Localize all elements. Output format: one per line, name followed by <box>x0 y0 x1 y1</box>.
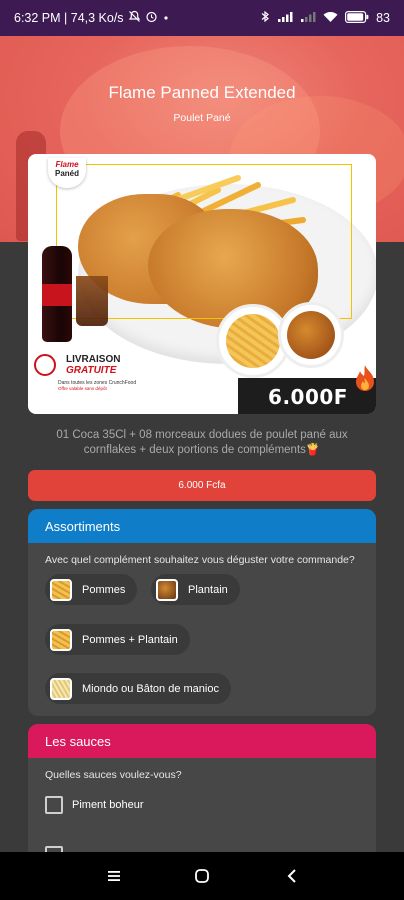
checkbox[interactable] <box>45 796 63 814</box>
notification-dot-icon <box>162 11 170 25</box>
sauce-option-piment[interactable]: Piment boheur <box>45 796 144 814</box>
product-title: Flame Panned Extended <box>108 83 296 102</box>
plantain-thumbnail-icon <box>156 578 178 601</box>
flame-icon <box>356 365 374 391</box>
option-plantain[interactable]: Plantain <box>151 574 240 605</box>
option-label: Pommes + Plantain <box>82 633 178 646</box>
status-time-speed: 6:32 PM | 74,3 Ko/s <box>14 11 124 25</box>
home-icon <box>195 869 209 883</box>
sauce-label: Piment boheur <box>72 799 144 811</box>
alarm-icon <box>145 10 158 26</box>
plantain-bowl <box>278 302 344 368</box>
assortiments-section: Assortiments Avec quel complément souhai… <box>28 509 376 716</box>
fries-thumbnail-icon <box>50 578 72 601</box>
sauces-question: Quelles sauces voulez-vous? <box>45 769 182 781</box>
back-button[interactable] <box>262 852 322 900</box>
soda-label <box>42 284 72 306</box>
fries-thumbnail-icon <box>50 628 72 651</box>
back-icon <box>287 869 296 883</box>
price-button[interactable]: 6.000 Fcfa <box>28 470 376 501</box>
product-category: Poulet Pané <box>173 112 231 124</box>
status-bar: 6:32 PM | 74,3 Ko/s 83 <box>0 0 404 36</box>
assortiments-header: Assortiments <box>28 509 376 543</box>
option-label: Pommes <box>82 583 126 596</box>
delivery-promo: LIVRAISON GRATUITE Dans toutes les zones… <box>58 354 137 391</box>
bluetooth-icon <box>260 10 270 27</box>
battery-percent: 83 <box>376 11 390 25</box>
option-label: Miondo ou Bâton de manioc <box>82 682 219 695</box>
option-pommes[interactable]: Pommes <box>45 574 138 605</box>
recent-apps-button[interactable] <box>84 852 144 900</box>
option-miondo[interactable]: Miondo ou Bâton de manioc <box>45 673 231 704</box>
cassava-thumbnail-icon <box>50 677 72 700</box>
sauces-header: Les sauces <box>28 724 376 758</box>
wifi-icon <box>323 11 338 26</box>
system-nav-bar <box>0 852 404 900</box>
menu-icon <box>108 871 120 881</box>
product-description: 01 Coca 35Cl + 08 morceaux dodues de pou… <box>56 429 348 456</box>
assortiments-question: Avec quel complément souhaitez vous dégu… <box>45 554 355 566</box>
signal-weak-icon <box>300 11 316 26</box>
signal-icon <box>277 11 293 26</box>
option-pommes-plantain[interactable]: Pommes + Plantain <box>45 624 190 655</box>
sauces-section: Les sauces Quelles sauces voulez-vous? P… <box>28 724 376 864</box>
product-image: Flame Panéd LIVRAISON GRATUITE Dans tout… <box>28 154 376 414</box>
home-button[interactable] <box>172 852 232 900</box>
mute-icon <box>128 10 141 26</box>
option-label: Plantain <box>188 583 228 596</box>
soda-glass <box>76 276 108 326</box>
battery-icon <box>345 10 369 26</box>
